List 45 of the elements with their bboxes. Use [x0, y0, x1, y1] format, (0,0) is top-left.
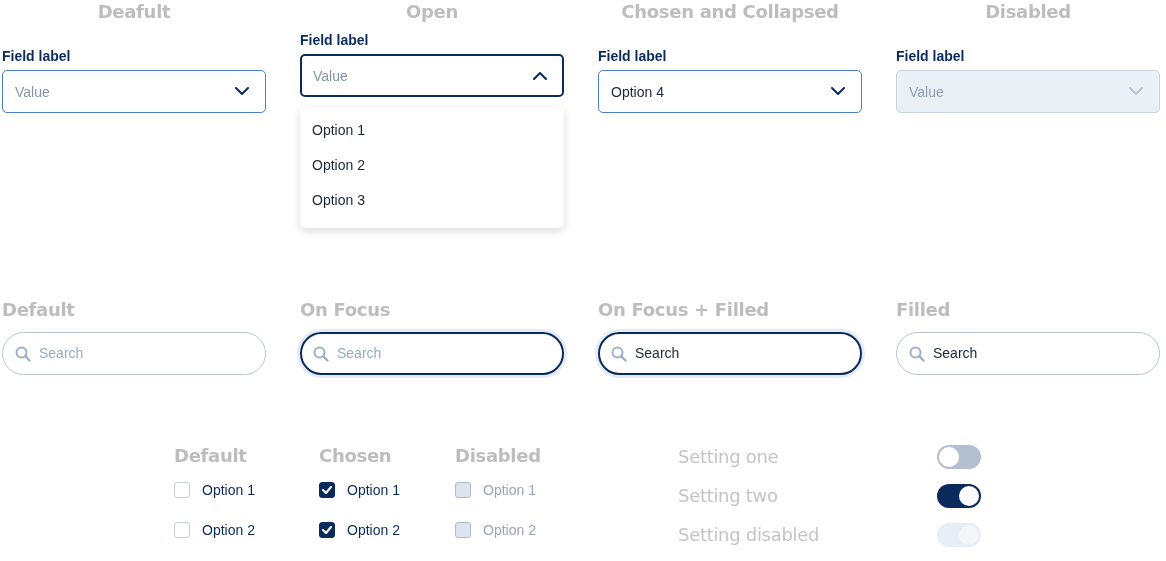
section-heading: Disabled [455, 444, 541, 468]
chevron-down-icon [235, 87, 249, 96]
search-field[interactable]: Search [896, 331, 1160, 375]
chevron-down-icon [1129, 87, 1143, 96]
section-heading: Chosen [319, 444, 392, 468]
checkbox-label: Option 1 [347, 482, 400, 498]
search-field[interactable]: Search [300, 331, 564, 375]
search-icon [313, 345, 329, 362]
chevron-up-icon [533, 71, 547, 80]
search-icon [15, 345, 31, 362]
field-label: Field label [2, 48, 71, 64]
setting-label: Setting one [678, 445, 779, 469]
section-heading: Disabled [984, 0, 1072, 24]
section-heading: On Focus + Filled [598, 297, 770, 322]
menu-option[interactable]: Option 3 [300, 183, 377, 218]
checkbox-label: Option 1 [202, 482, 255, 498]
menu-option[interactable]: Option 1 [300, 113, 377, 148]
section-heading: Open [405, 0, 459, 24]
checkbox-label: Option 2 [202, 522, 255, 538]
checkbox-label: Option 1 [483, 482, 536, 498]
search-icon [909, 345, 925, 362]
section-heading: Default [2, 297, 76, 322]
section-heading: Filled [896, 297, 952, 322]
checkbox-label: Option 2 [347, 522, 400, 538]
setting-label: Setting two [678, 484, 778, 508]
search-field[interactable]: Search [598, 331, 862, 375]
checkbox[interactable] [319, 522, 335, 538]
check-icon [322, 486, 332, 494]
check-icon [322, 526, 332, 534]
dropdown-field[interactable]: Option 4 [598, 70, 862, 113]
section-heading: Chosen and Collapsed [620, 0, 840, 24]
menu-option[interactable]: Option 2 [300, 148, 377, 183]
setting-label: Setting disabled [678, 523, 820, 547]
field-label: Field label [896, 48, 965, 64]
section-heading: Deafult [96, 0, 172, 24]
checkbox[interactable] [319, 482, 335, 498]
search-icon [611, 345, 627, 362]
toggle-switch[interactable] [937, 484, 981, 508]
section-heading: Default [174, 444, 247, 468]
toggle-switch[interactable] [937, 445, 981, 469]
checkbox-label: Option 2 [483, 522, 536, 538]
field-label: Field label [300, 32, 369, 48]
section-heading: On Focus [300, 297, 392, 322]
chevron-down-icon [831, 87, 845, 96]
field-label: Field label [598, 48, 667, 64]
